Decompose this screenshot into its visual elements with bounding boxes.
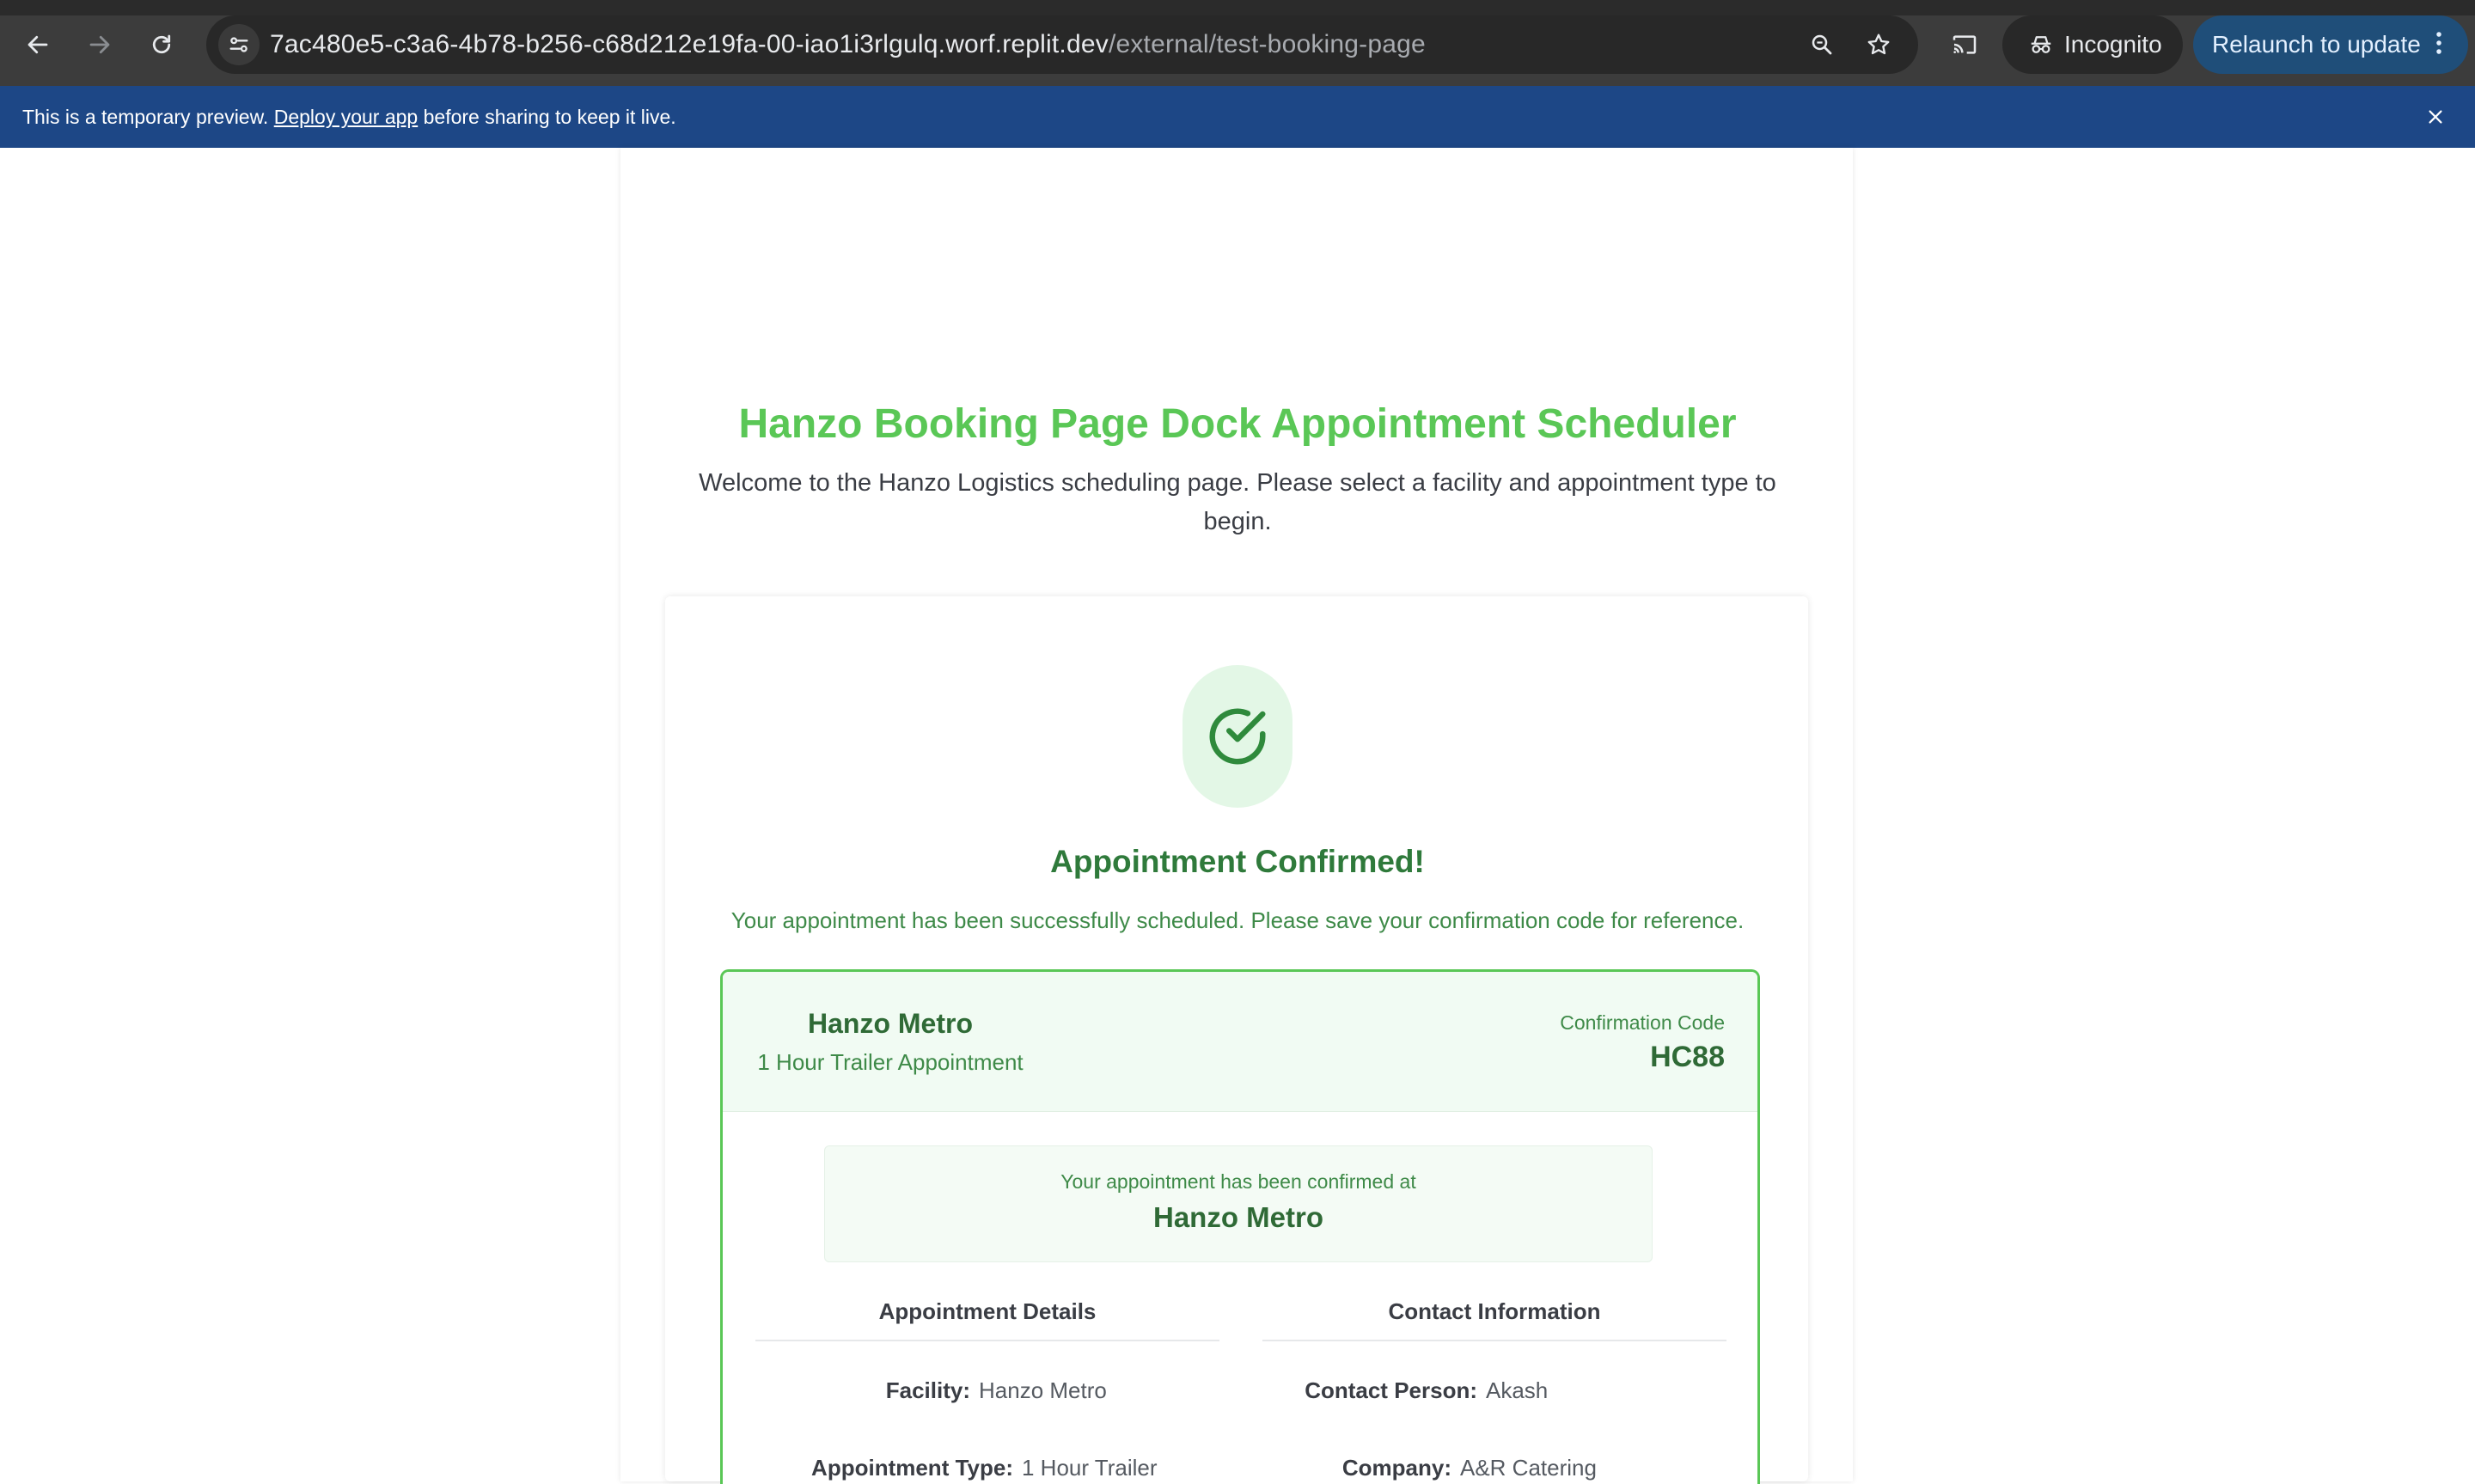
url-text[interactable]: 7ac480e5-c3a6-4b78-b256-c68d212e19fa-00-… bbox=[270, 15, 1426, 74]
cast-icon[interactable] bbox=[1944, 24, 1985, 65]
relaunch-button[interactable]: Relaunch to update bbox=[2193, 15, 2468, 74]
appointment-type-label: 1 Hour Trailer Appointment bbox=[757, 1049, 1024, 1075]
confirmation-code: HC88 bbox=[1650, 1041, 1725, 1073]
tab-strip bbox=[0, 0, 2475, 15]
incognito-label: Incognito bbox=[2064, 31, 2162, 58]
detail-value: Hanzo Metro bbox=[979, 1377, 1107, 1403]
page-title: Hanzo Booking Page Dock Appointment Sche… bbox=[738, 401, 1737, 447]
confirmed-at-label: Your appointment has been confirmed at bbox=[1060, 1170, 1416, 1193]
banner-text-before: This is a temporary preview. bbox=[22, 106, 274, 128]
facility-name: Hanzo Metro bbox=[808, 1008, 973, 1039]
confirmation-message: Your appointment has been successfully s… bbox=[730, 907, 1745, 933]
address-bar[interactable]: 7ac480e5-c3a6-4b78-b256-c68d212e19fa-00-… bbox=[206, 15, 1918, 74]
detail-value: 1 Hour Trailer bbox=[1022, 1455, 1158, 1481]
detail-value: Akash bbox=[1486, 1377, 1549, 1403]
zoom-icon[interactable] bbox=[1801, 24, 1842, 65]
banner-text-after: before sharing to keep it live. bbox=[418, 106, 676, 128]
url-host: 7ac480e5-c3a6-4b78-b256-c68d212e19fa-00-… bbox=[270, 30, 1109, 58]
incognito-icon bbox=[2028, 32, 2054, 58]
detail-key: Facility: bbox=[885, 1377, 970, 1403]
detail-key: Company: bbox=[1341, 1455, 1451, 1481]
success-badge bbox=[1182, 665, 1292, 808]
check-circle-icon bbox=[1209, 708, 1266, 765]
contact-information-heading: Contact Information bbox=[1388, 1298, 1601, 1324]
relaunch-label: Relaunch to update bbox=[2212, 31, 2421, 58]
url-path: /external/test-booking-page bbox=[1108, 30, 1426, 58]
welcome-text: Welcome to the Hanzo Logistics schedulin… bbox=[699, 469, 1776, 535]
browser-toolbar: 7ac480e5-c3a6-4b78-b256-c68d212e19fa-00-… bbox=[0, 0, 2475, 86]
detail-value: A&R Catering bbox=[1460, 1455, 1597, 1481]
divider bbox=[755, 1340, 1219, 1341]
divider bbox=[1262, 1340, 1726, 1341]
summary-header: Hanzo Metro 1 Hour Trailer Appointment C… bbox=[723, 972, 1757, 1112]
incognito-indicator[interactable]: Incognito bbox=[2002, 15, 2183, 74]
deploy-app-link[interactable]: Deploy your app bbox=[274, 106, 419, 128]
close-icon[interactable] bbox=[2420, 101, 2451, 132]
appointment-summary: Hanzo Metro 1 Hour Trailer Appointment C… bbox=[720, 969, 1760, 1484]
detail-key: Appointment Type: bbox=[811, 1455, 1013, 1481]
site-info-icon[interactable] bbox=[218, 24, 260, 65]
confirmation-code-label: Confirmation Code bbox=[1560, 1011, 1725, 1034]
reload-icon[interactable] bbox=[141, 24, 182, 65]
back-arrow-icon[interactable] bbox=[17, 24, 58, 65]
more-vert-icon[interactable] bbox=[2435, 30, 2443, 60]
detail-key: Contact Person: bbox=[1305, 1377, 1477, 1403]
banner-message: This is a temporary preview. Deploy your… bbox=[22, 86, 676, 148]
appointment-details-heading: Appointment Details bbox=[878, 1298, 1097, 1324]
confirmation-heading: Appointment Confirmed! bbox=[1050, 844, 1425, 879]
star-icon[interactable] bbox=[1858, 24, 1899, 65]
preview-banner: This is a temporary preview. Deploy your… bbox=[0, 86, 2475, 148]
confirmed-at-box: Your appointment has been confirmed at H… bbox=[824, 1145, 1653, 1262]
confirmed-at-value: Hanzo Metro bbox=[1153, 1201, 1323, 1233]
forward-arrow-icon[interactable] bbox=[79, 24, 120, 65]
